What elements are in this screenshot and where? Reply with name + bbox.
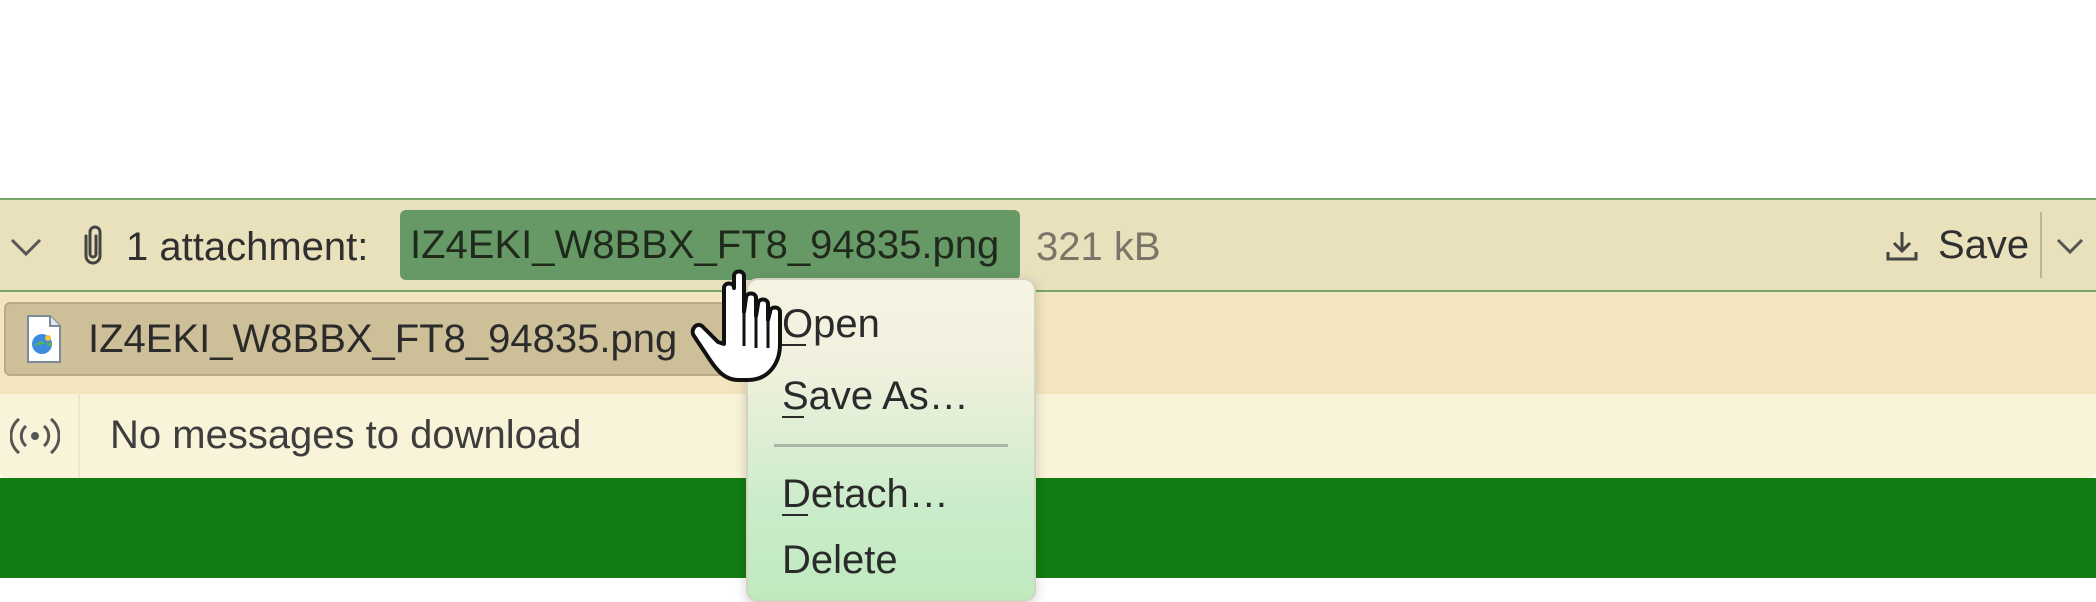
menu-item-save-as-label: Save As… [782, 374, 969, 418]
save-label: Save [1938, 223, 2030, 267]
menu-item-open[interactable]: Open [782, 296, 880, 352]
attachment-item-name: IZ4EKI_W8BBX_FT8_94835.png [88, 317, 678, 361]
status-bar: No messages to download [0, 394, 2096, 478]
message-body-area [0, 0, 2096, 198]
attachment-count: 1 attachment: [126, 225, 369, 269]
save-menu-dropdown[interactable] [2050, 228, 2090, 264]
save-divider [2040, 212, 2042, 278]
menu-item-delete[interactable]: Delete [782, 532, 898, 588]
menu-item-detach-label: Detach… [782, 472, 949, 516]
window-background [0, 478, 2096, 578]
signal-icon [9, 414, 61, 458]
hand-pointer-icon [690, 268, 790, 388]
download-icon [1884, 228, 1920, 264]
menu-item-detach[interactable]: Detach… [782, 466, 949, 522]
attachment-item[interactable]: IZ4EKI_W8BBX_FT8_94835.png [4, 302, 756, 376]
menu-separator [774, 444, 1008, 447]
attachment-bar: 1 attachment: IZ4EKI_W8BBX_FT8_94835.png… [0, 198, 2096, 292]
status-text: No messages to download [110, 413, 582, 457]
accesskey-underline [782, 514, 808, 516]
paperclip-icon [78, 222, 108, 268]
save-button[interactable]: Save [1880, 210, 2040, 280]
chevron-down-icon[interactable] [8, 230, 44, 262]
menu-item-save-as[interactable]: Save As… [782, 368, 969, 424]
accesskey-underline [782, 416, 804, 418]
menu-item-delete-label: Delete [782, 538, 898, 582]
attachment-size: 321 kB [1036, 225, 1161, 269]
status-divider [78, 394, 80, 478]
menu-item-open-label: Open [782, 302, 880, 346]
image-file-icon [24, 314, 64, 364]
attachment-list: IZ4EKI_W8BBX_FT8_94835.png [0, 292, 2096, 394]
